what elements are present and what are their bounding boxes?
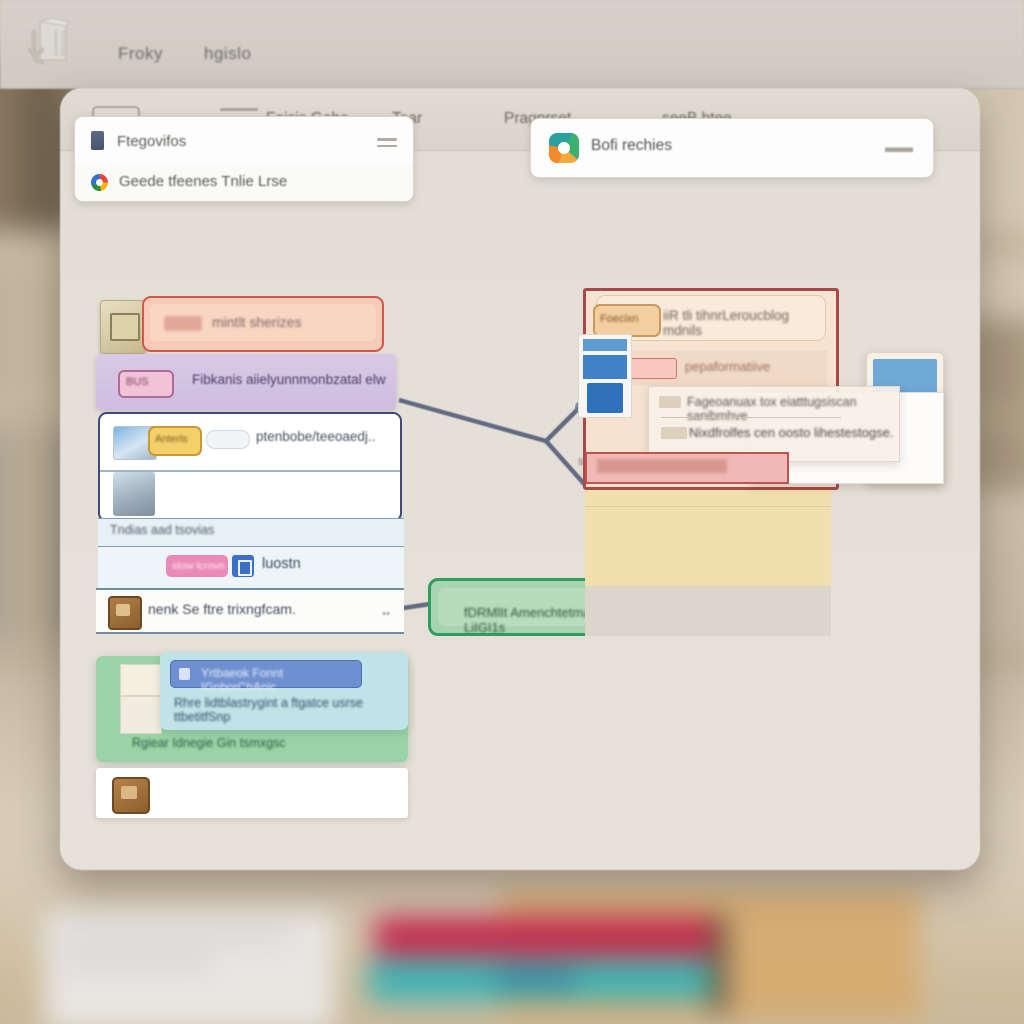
page-thumbnail-icon-1 [120, 664, 162, 696]
overlay-chip-1 [659, 396, 681, 408]
red-highlight-band[interactable] [585, 452, 789, 484]
favorites-card-row-label: Geede tfeenes Tnlie Lrse [119, 173, 288, 190]
background-teal-chip [495, 970, 575, 988]
blue-row-2-label: luostn [262, 556, 301, 572]
google-chrome-icon [91, 174, 108, 191]
overlay-chip-2 [661, 427, 687, 439]
selected-list-row[interactable]: Yrtbaeok Fonnt IGnborChAnic [170, 660, 362, 694]
amber-badge[interactable]: Anterls [148, 426, 202, 456]
favorites-card-title: Ftegovifos [117, 133, 187, 150]
white-row-label: nenk Se ftre trixngfcam. [148, 601, 296, 617]
pink-badge-label: stow lcrovn [172, 560, 225, 572]
red-alert-inner: mintlt sherizes [150, 304, 376, 341]
more-options-icon[interactable]: ▬▬ [885, 139, 913, 156]
cyan-subpanel[interactable]: Yrtbaeok Fonnt IGnborChAnic Rhre lidtbla… [160, 652, 408, 730]
green-group-label: Rgiear Idnegie Gin tsmxgsc [132, 736, 286, 750]
bofi-rechies-card[interactable]: Bofi rechies ▬▬ [530, 118, 934, 178]
red-panel-badge: Foecixn [593, 304, 661, 337]
os-menu-bar: Froky hgislo [0, 0, 1024, 89]
document-thumbnail-icon [100, 300, 146, 354]
folder-thumbnail-icon-footer [112, 777, 150, 814]
lavender-row-badge-label: BUS [126, 376, 149, 388]
overlay-text-panel[interactable]: Fageoanuax tox eiatttugsiscan sanibmhve … [648, 386, 900, 462]
red-panel-header-label: iiR tli tihnrLeroucblog mdnils [663, 308, 790, 338]
red-alert-badge [164, 316, 202, 331]
background-red-band [375, 917, 715, 957]
photo-thumbnail-icon-secondary [113, 472, 155, 516]
navy-card-label: ptenbobe/teeoaedj.. [256, 429, 376, 444]
lavender-row-panel[interactable]: BUS Fibkanis aiielyunnmonbzatal elw [96, 354, 396, 410]
overlay-divider [661, 417, 841, 418]
amber-badge-label: Anterls [155, 433, 188, 445]
ghost-pill-icon [206, 430, 250, 449]
background-paper [45, 910, 335, 1024]
amber-panel-divider [585, 506, 831, 507]
blue-row-1-label: Tndias aad tsovias [110, 523, 215, 537]
list-menu-icon[interactable] [377, 138, 397, 151]
list-item-icon [179, 668, 190, 680]
red-alert-panel[interactable]: mintlt sherizes [142, 296, 384, 352]
navy-bordered-card[interactable]: Anterls ptenbobe/teeoaedj.. [98, 412, 402, 522]
white-row-panel[interactable]: nenk Se ftre trixngfcam. •• [96, 588, 404, 634]
bofi-rechies-title: Bofi rechies [591, 137, 672, 154]
favorites-card[interactable]: Ftegovifos Geede tfeenes Tnlie Lrse [74, 116, 414, 202]
blue-row-2[interactable]: stow lcrovn luostn [98, 546, 404, 589]
lavender-row-badge: BUS [118, 370, 174, 398]
background-post [710, 915, 728, 1015]
cyan-subpanel-subtitle: Rhre lidtblastrygint a ftgatce usrse ttb… [174, 696, 363, 724]
printer-thumbnail-icon [578, 334, 632, 418]
overlay-line-2: Nixdfrolfes cen oosto lihestestogse. [689, 425, 894, 440]
amber-panel-footer [585, 586, 831, 636]
colorful-app-icon [549, 133, 579, 163]
selected-list-row-label: Yrtbaeok Fonnt IGnborChAnic [201, 666, 284, 694]
bookmark-icon [91, 131, 104, 150]
pink-badge: stow lcrovn [166, 555, 228, 577]
dab-chip [627, 358, 677, 379]
favorites-card-header: Ftegovifos [75, 117, 413, 165]
os-menu-item-1[interactable]: hgislo [204, 44, 251, 64]
red-panel-badge-label: Foecixn [600, 313, 639, 325]
red-highlight-band-text [597, 459, 727, 473]
overlay-line-1: Fageoanuax tox eiatttugsiscan sanibmhve [687, 395, 857, 423]
app-logo-icon [27, 17, 72, 65]
ellipsis-icon[interactable]: •• [382, 608, 390, 620]
folder-thumbnail-icon [108, 596, 142, 630]
blue-row-1[interactable]: Tndias aad tsovias [98, 518, 404, 547]
favorites-card-row[interactable]: Geede tfeenes Tnlie Lrse [75, 164, 413, 201]
red-alert-label: mintlt sherizes [212, 314, 302, 330]
red-panel-row-2-label: pepaformatiive [685, 359, 771, 374]
lavender-row-label: Fibkanis aiielyunnmonbzatal elw [192, 372, 386, 387]
os-menu-item-0[interactable]: Froky [118, 44, 163, 64]
book-icon [232, 555, 254, 577]
page-thumbnail-icon-2 [120, 696, 162, 734]
white-footer-card[interactable] [96, 768, 408, 818]
